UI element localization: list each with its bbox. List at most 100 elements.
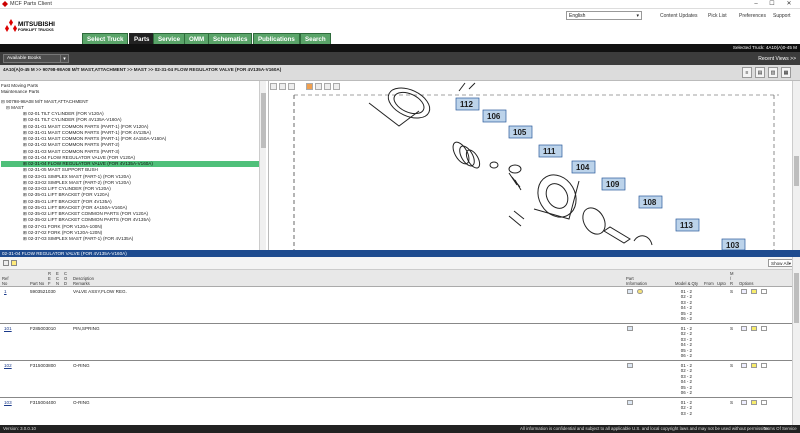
view-icon[interactable]: [741, 363, 747, 368]
ref-link[interactable]: 102: [4, 363, 12, 368]
col-part-no: Part No: [30, 281, 45, 286]
table-scrollbar[interactable]: [792, 257, 800, 425]
note-icon[interactable]: [751, 363, 757, 368]
zoom-out-icon[interactable]: [324, 83, 331, 90]
table-row[interactable]: 101 F285003010 PIN,SPRING 01 - 2 02 - 2 03 - …: [0, 324, 792, 361]
model-qty: 06 - 2: [680, 316, 692, 321]
parts-table-header: Ref No Part No R E F E C N C O D Descrip…: [0, 270, 792, 287]
note-icon[interactable]: [11, 260, 17, 266]
ref-link[interactable]: 103: [4, 400, 12, 405]
part-info-icon[interactable]: [627, 400, 633, 405]
language-select[interactable]: English ▾: [566, 11, 642, 20]
tree-item-label: 02-35-01 LIFT BRACKET (FOR 4A150A-V160A): [28, 204, 128, 210]
add-to-list-icon[interactable]: [761, 400, 767, 405]
add-to-list-icon[interactable]: [761, 289, 767, 294]
tree-scroll-thumb[interactable]: [261, 93, 266, 148]
note-icon[interactable]: [751, 400, 757, 405]
books-bar: [0, 52, 800, 65]
pick-list-link[interactable]: Pick List: [708, 13, 727, 19]
tree-item-label: 02-01 TILT CYLINDER (FOR 4V135A-V160A): [28, 117, 122, 123]
chevron-down-icon: ▾: [788, 261, 791, 266]
fit-icon[interactable]: [333, 83, 340, 90]
add-to-list-icon[interactable]: [761, 363, 767, 368]
mr-flag: S: [730, 363, 734, 368]
col-ref: Ref No: [2, 276, 9, 286]
col-description: Description Remarks: [73, 276, 94, 286]
tree-item-label: 02-33-03 LIFT CYLINDER (FOR V120A): [28, 186, 111, 191]
recent-views-link[interactable]: Recent Views >>: [758, 56, 796, 62]
parts-list-title: 02-31-04 FLOW REGULATOR VALVE (FOR 4V135…: [0, 250, 800, 257]
view-icon[interactable]: [741, 400, 747, 405]
col-r: R E F: [48, 271, 52, 286]
note-icon[interactable]: [751, 289, 757, 294]
lock-icon[interactable]: [637, 289, 643, 294]
table-row[interactable]: 102 F315003800 O-RING 01 - 2 02 - 2 03 - 2 04 …: [0, 361, 792, 398]
tree-item-label: 02-35-02 LIFT BRACKET COMMON PARTS (FOR …: [28, 211, 149, 216]
tree-item-label: 02-37-03 SIMPLEX MAST (PART-1) (FOR 4V13…: [28, 236, 134, 241]
table-scroll-thumb[interactable]: [794, 273, 799, 323]
window-titlebar: MCF Parts Client – ☐ ✕: [0, 0, 800, 9]
tree-scrollbar[interactable]: [259, 81, 266, 250]
view-icon[interactable]: [741, 289, 747, 294]
close-icon[interactable]: ✕: [783, 0, 795, 9]
diagram-scrollbar[interactable]: [792, 81, 800, 250]
table-row[interactable]: 103 F315004400 O-RING 01 - 2 02 - 2 03 - 2S: [0, 398, 792, 425]
zoom-in-icon[interactable]: [315, 83, 322, 90]
callout-105-label: 105: [513, 128, 527, 137]
tree-item-label: 02-31-04 FLOW REGULATOR VALVE (FOR 4V135…: [28, 161, 153, 166]
list-view-icon[interactable]: ≡: [742, 67, 752, 78]
copy-icon[interactable]: [288, 83, 295, 90]
app-icon: [2, 1, 8, 7]
available-books-dropdown[interactable]: Available Books ▾: [3, 54, 69, 63]
tree-item-label: 02-37-02 FORK (FOR V120A-120N): [28, 229, 103, 235]
tree-item-label: 02-31-01 MAST COMMON PARTS (PART-1) (FOR…: [28, 136, 167, 141]
note-icon[interactable]: [751, 326, 757, 331]
brand-sub: FORKLIFT TRUCKS: [18, 28, 54, 32]
support-link[interactable]: Support: [773, 13, 791, 19]
show-all-select[interactable]: Show All ▾: [768, 259, 794, 267]
diagram-callouts: 112 106 105 111 104 109 108 113 103: [455, 97, 746, 250]
pan-hand-icon[interactable]: [306, 83, 313, 90]
part-number: F285003010: [30, 326, 56, 331]
content-updates-link[interactable]: Content Updates: [660, 13, 698, 19]
tree-item-label: 02-35-02 LIFT BRACKET COMMON PARTS (FOR …: [28, 217, 151, 223]
minimize-icon[interactable]: –: [750, 0, 762, 9]
part-description: PIN,SPRING: [73, 326, 100, 331]
maximize-icon[interactable]: ☐: [766, 0, 778, 9]
add-to-list-icon[interactable]: [761, 326, 767, 331]
col-c: C O D: [64, 271, 68, 286]
parts-table-body: 1 5903521030 VALVE ASSY,FLOW REG. 01 - 2 02 …: [0, 287, 792, 425]
parts-tree: Fast Moving Parts Maintenance Parts ⊟ 90…: [1, 83, 259, 241]
view-icon[interactable]: [741, 326, 747, 331]
part-info-icon[interactable]: [627, 289, 633, 294]
part-info-icon[interactable]: [627, 363, 633, 368]
diagram-scroll-thumb[interactable]: [794, 156, 799, 186]
ref-link[interactable]: 1: [4, 289, 7, 294]
preferences-link[interactable]: Preferences: [739, 13, 766, 19]
chevron-down-icon: ▾: [60, 54, 69, 63]
callout-112-label: 112: [460, 100, 473, 109]
part-info-icon[interactable]: [627, 326, 633, 331]
ref-link[interactable]: 101: [4, 326, 12, 331]
diagram-svg: 112 106 105 111 104 109 108 113 103: [293, 82, 779, 250]
legal-notice: All information is confidential and subj…: [520, 426, 770, 431]
tree-item-label: 02-37-01 FORK (FOR V120A-100N): [28, 223, 103, 229]
mitsubishi-logo: MITSUBISHI FORKLIFT TRUCKS: [4, 17, 74, 39]
parts-list-toolbar: [0, 257, 800, 270]
col-part-info: Part Information: [626, 276, 647, 286]
print-icon[interactable]: [270, 83, 277, 90]
tree-item-label: 02-35-01 LIFT BRACKET (FOR 4V135A): [28, 198, 112, 204]
save-icon[interactable]: [279, 83, 286, 90]
layout-icon[interactable]: ▥: [768, 67, 778, 78]
layout-split-icon[interactable]: ▦: [781, 67, 791, 78]
expand-icon[interactable]: [3, 260, 9, 266]
chevron-down-icon: ▾: [636, 13, 639, 19]
selected-truck-label: Selected Truck: 4A10(A)0-45 M: [732, 45, 797, 50]
table-row[interactable]: 1 5903521030 VALVE ASSY,FLOW REG. 01 - 2 02 …: [0, 287, 792, 324]
part-description: VALVE ASSY,FLOW REG.: [73, 289, 127, 294]
print-icon[interactable]: ▤: [755, 67, 765, 78]
callout-103-label: 103: [726, 241, 740, 250]
tree-item[interactable]: ⊞ 02-37-03 SIMPLEX MAST (PART-1) (FOR 4V…: [1, 236, 259, 242]
terms-link[interactable]: Terms Of Service: [763, 425, 797, 433]
version-label: Version: 3.0.0.10: [3, 426, 36, 431]
